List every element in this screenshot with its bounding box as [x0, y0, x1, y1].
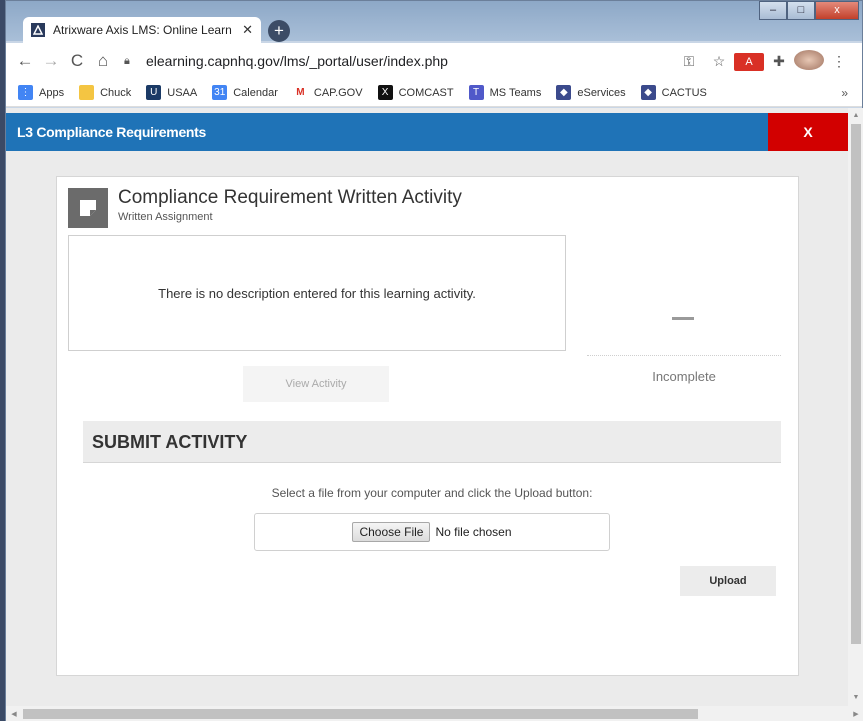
bookmark-cactus[interactable]: ◆ CACTUS — [640, 85, 707, 100]
forward-icon[interactable]: → — [38, 51, 64, 71]
bookmark-cap-gov[interactable]: M CAP.GOV — [292, 85, 363, 100]
cap-icon: ◆ — [640, 85, 656, 100]
tab-title: Atrixware Axis LMS: Online Learn — [53, 23, 232, 37]
modal-title: L3 Compliance Requirements — [17, 124, 207, 140]
home-icon[interactable]: ⌂ — [90, 51, 116, 71]
usaa-icon: U — [146, 85, 162, 100]
bookmark-chuck[interactable]: Chuck — [79, 85, 131, 100]
bookmark-usaa[interactable]: U USAA — [146, 85, 197, 100]
atrixware-favicon-icon — [31, 23, 45, 37]
scroll-down-icon[interactable]: ▼ — [848, 690, 863, 706]
bookmark-calendar[interactable]: 31 Calendar — [212, 85, 278, 100]
tab-close-icon[interactable]: ✕ — [242, 22, 253, 38]
activity-subtitle: Written Assignment — [118, 211, 213, 223]
comcast-icon: X — [377, 85, 393, 100]
calendar-icon: 31 — [212, 85, 228, 100]
toolbar-actions: ⚿ ☆ A ✚ ⋮ — [674, 49, 854, 73]
description-text: There is no description entered for this… — [158, 285, 476, 301]
maximize-button[interactable]: □ — [787, 1, 815, 20]
window-controls: – □ x — [759, 1, 859, 20]
submit-activity-heading: SUBMIT ACTIVITY — [83, 421, 781, 463]
bookmark-eservices[interactable]: ◆ eServices — [556, 85, 626, 100]
page-viewport: L3 Compliance Requirements X Compliance … — [6, 108, 848, 706]
scroll-up-icon[interactable]: ▲ — [848, 108, 863, 124]
choose-file-button[interactable]: Choose File — [352, 522, 431, 542]
vertical-scrollbar[interactable]: ▲ ▼ — [848, 108, 863, 706]
pdf-extension-icon[interactable]: A — [734, 52, 764, 71]
bookmarks-overflow-icon[interactable]: » — [841, 86, 848, 100]
gmail-icon: M — [292, 85, 308, 100]
key-icon[interactable]: ⚿ — [674, 53, 704, 70]
back-icon[interactable]: ← — [12, 51, 38, 71]
upload-instructions: Select a file from your computer and cli… — [271, 486, 593, 500]
horizontal-scroll-thumb[interactable] — [23, 709, 698, 719]
apps-icon: ⋮ — [18, 85, 33, 100]
status-label: Incomplete — [652, 369, 716, 384]
scroll-left-icon[interactable]: ◀ — [6, 710, 22, 718]
bookmark-comcast[interactable]: X COMCAST — [377, 85, 454, 100]
activity-card: Compliance Requirement Written Activity … — [56, 176, 799, 676]
scroll-right-icon[interactable]: ▶ — [848, 710, 863, 718]
vertical-scroll-thumb[interactable] — [851, 124, 861, 644]
cap-icon: ◆ — [556, 85, 572, 100]
menu-kebab-icon[interactable]: ⋮ — [824, 53, 854, 70]
horizontal-scrollbar[interactable]: ◀ ▶ — [6, 706, 863, 721]
reload-icon[interactable]: C — [64, 51, 90, 71]
bookmark-ms-teams[interactable]: T MS Teams — [468, 85, 541, 100]
browser-window: Atrixware Axis LMS: Online Learn ✕ + – □… — [5, 0, 863, 721]
minimize-button[interactable]: – — [759, 1, 787, 20]
modal-header: L3 Compliance Requirements X — [6, 113, 848, 151]
browser-toolbar: ← → C ⌂ 🔒︎ elearning.capnhq.gov/lms/_por… — [6, 43, 862, 79]
bookmark-apps[interactable]: ⋮ Apps — [18, 85, 64, 100]
activity-title: Compliance Requirement Written Activity — [118, 187, 462, 208]
url-text: elearning.capnhq.gov/lms/_portal/user/in… — [146, 53, 448, 69]
file-input[interactable]: Choose File No file chosen — [254, 513, 610, 551]
written-assignment-icon — [68, 188, 108, 228]
tab-strip: Atrixware Axis LMS: Online Learn ✕ + – □… — [6, 1, 862, 43]
teams-icon: T — [468, 85, 484, 100]
folder-icon — [79, 85, 95, 100]
upload-button[interactable]: Upload — [680, 566, 776, 596]
view-activity-button[interactable]: View Activity — [243, 366, 389, 402]
extensions-puzzle-icon[interactable]: ✚ — [764, 53, 794, 70]
status-dash-icon — [672, 317, 694, 320]
modal-close-button[interactable]: X — [768, 113, 848, 151]
lock-icon: 🔒︎ — [124, 54, 130, 67]
window-close-button[interactable]: x — [815, 1, 859, 20]
bookmarks-bar: ⋮ Apps Chuck U USAA 31 Calendar M CAP.GOV XC… — [6, 79, 862, 107]
new-tab-button[interactable]: + — [268, 20, 290, 42]
star-icon[interactable]: ☆ — [704, 53, 734, 70]
no-file-label: No file chosen — [435, 525, 512, 539]
address-bar[interactable]: 🔒︎ elearning.capnhq.gov/lms/_portal/user… — [124, 47, 674, 75]
browser-tab[interactable]: Atrixware Axis LMS: Online Learn ✕ — [23, 17, 261, 43]
status-divider — [587, 355, 781, 356]
profile-avatar[interactable] — [794, 49, 824, 73]
activity-description: There is no description entered for this… — [68, 235, 566, 351]
